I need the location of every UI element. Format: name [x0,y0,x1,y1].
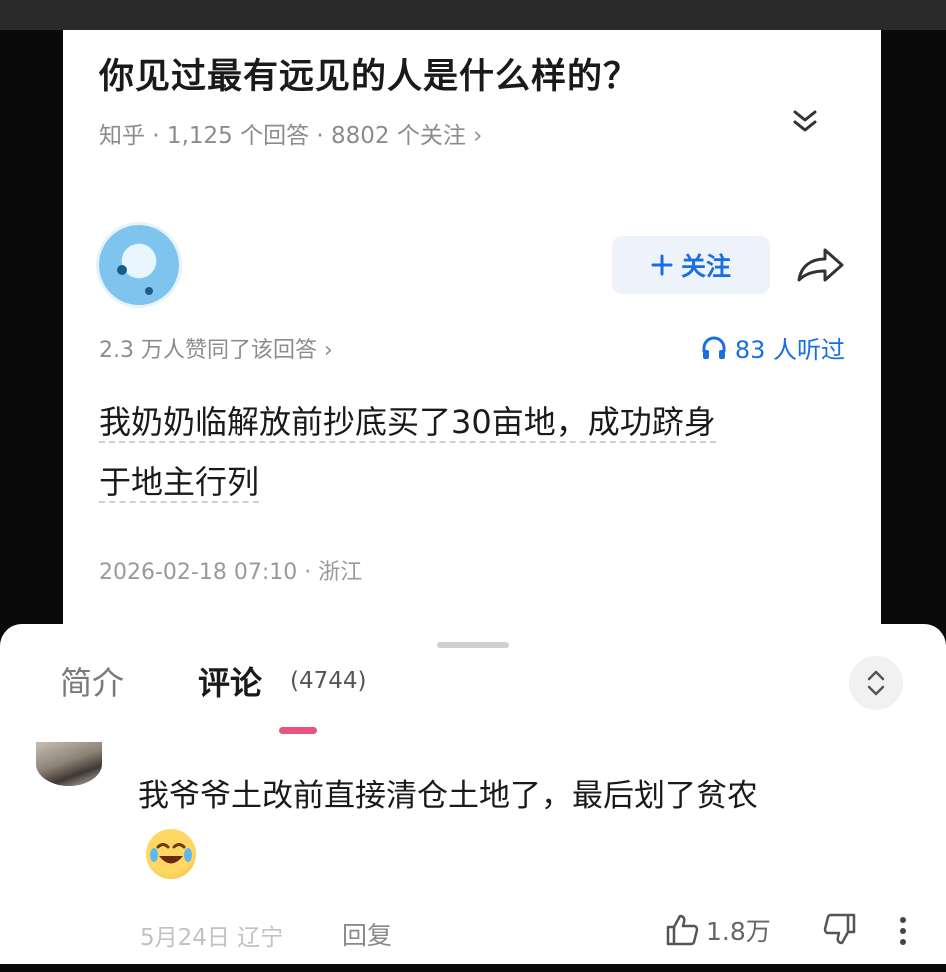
more-options-button[interactable] [898,916,908,950]
question-meta[interactable]: 知乎 · 1,125 个回答 · 8802 个关注 › [99,116,482,150]
listen-count[interactable]: 83 人听过 [701,330,845,365]
tab-comments[interactable]: 评论 [198,658,262,704]
follow-label: 关注 [680,252,731,281]
question-title[interactable]: 你见过最有远见的人是什么样的？ [99,48,639,99]
share-icon[interactable] [793,242,847,288]
thumbs-down-icon [823,913,856,945]
laughing-crying-emoji-icon [146,829,196,879]
chevron-double-down-icon[interactable] [783,106,827,146]
like-count: 1.8万 [706,917,771,946]
comment-date: 5月24日 辽宁 [140,925,284,951]
author-avatar[interactable] [99,225,179,305]
tab-intro[interactable]: 简介 [60,658,124,704]
more-vertical-icon [900,917,906,945]
like-button[interactable]: 1.8万 [664,912,771,948]
thumbs-up-icon [666,914,699,946]
agree-count-link[interactable]: 2.3 万人赞同了该回答 › [99,332,333,364]
comment-count: (4744) [290,668,367,694]
reply-button[interactable]: 回复 [342,916,392,952]
answer-content[interactable]: 我奶奶临解放前抄底买了30亩地，成功跻身 于地主行列 [99,392,839,512]
answer-line-2: 于地主行列 [99,463,260,503]
dislike-button[interactable] [822,912,858,950]
answer-card: 你见过最有远见的人是什么样的？ 知乎 · 1,125 个回答 · 8802 个关… [63,30,881,630]
answer-line-1: 我奶奶临解放前抄底买了30亩地，成功跻身 [99,403,716,443]
comment-text: 我爷爷土改前直接清仓土地了，最后划了贫农 [138,778,758,814]
plus-icon [651,254,673,276]
sort-button[interactable] [849,656,903,710]
answer-timestamp: 2026-02-18 07:10 · 浙江 [99,560,363,585]
headphones-icon [702,336,726,359]
top-status-bar [0,0,946,30]
tab-indicator [279,727,317,734]
sort-icon [867,670,885,696]
bottom-bar [0,964,946,972]
follow-button[interactable]: 关注 [612,236,770,294]
comments-sheet: 简介 评论 (4744) 我爷爷土改前直接清仓土地了，最后划了贫农 5月24日 … [0,624,946,972]
listen-label: 83 人听过 [734,336,845,364]
sheet-grab-handle[interactable] [437,642,509,648]
commenter-avatar[interactable] [36,742,102,786]
